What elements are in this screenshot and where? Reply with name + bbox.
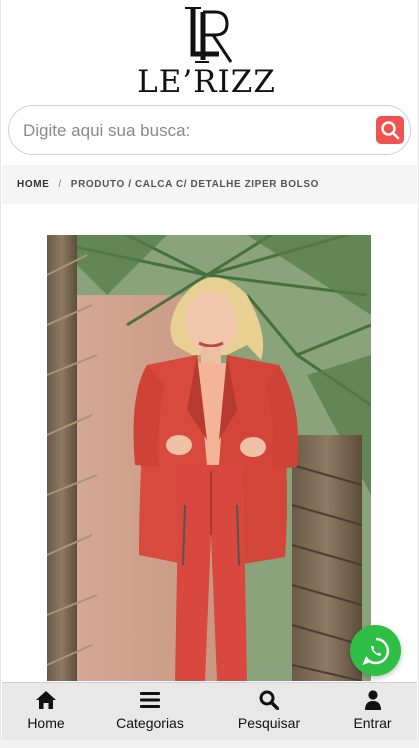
nav-entrar[interactable]: Entrar	[328, 683, 417, 740]
user-icon	[364, 690, 381, 710]
bottom-nav: Home Categorias Pesquisar Entrar	[2, 682, 417, 740]
breadcrumb-separator: /	[58, 179, 62, 190]
nav-categorias-label: Categorias	[116, 715, 184, 731]
logo-monogram	[185, 7, 233, 63]
nav-pesquisar-label: Pesquisar	[237, 715, 301, 731]
nav-pesquisar[interactable]: Pesquisar	[210, 683, 328, 740]
search-icon	[259, 690, 279, 710]
home-icon	[36, 691, 56, 709]
whatsapp-icon	[361, 637, 389, 665]
menu-icon	[140, 692, 160, 708]
nav-home-label: Home	[27, 715, 65, 731]
page: LE’RIZZ HOME / PRODUTO / CALCA C/ DETALH…	[0, 0, 419, 748]
product-image	[47, 235, 371, 681]
nav-home[interactable]: Home	[2, 683, 90, 740]
bottom-strip	[0, 740, 419, 748]
breadcrumb-current: PRODUTO / CALCA C/ DETALHE ZIPER BOLSO	[70, 179, 319, 190]
breadcrumb: HOME / PRODUTO / CALCA C/ DETALHE ZIPER …	[2, 165, 417, 204]
search-input[interactable]	[23, 118, 363, 144]
brand-logo[interactable]: LE’RIZZ	[1, 0, 419, 100]
product-photo[interactable]	[47, 235, 371, 681]
nav-categorias[interactable]: Categorias	[90, 683, 210, 740]
breadcrumb-home[interactable]: HOME	[17, 179, 49, 190]
whatsapp-button[interactable]	[350, 625, 401, 676]
nav-entrar-label: Entrar	[353, 715, 392, 731]
search-icon	[381, 121, 400, 140]
search-button[interactable]	[376, 116, 404, 144]
brand-name: LE’RIZZ	[137, 64, 276, 100]
search-bar	[8, 105, 411, 155]
